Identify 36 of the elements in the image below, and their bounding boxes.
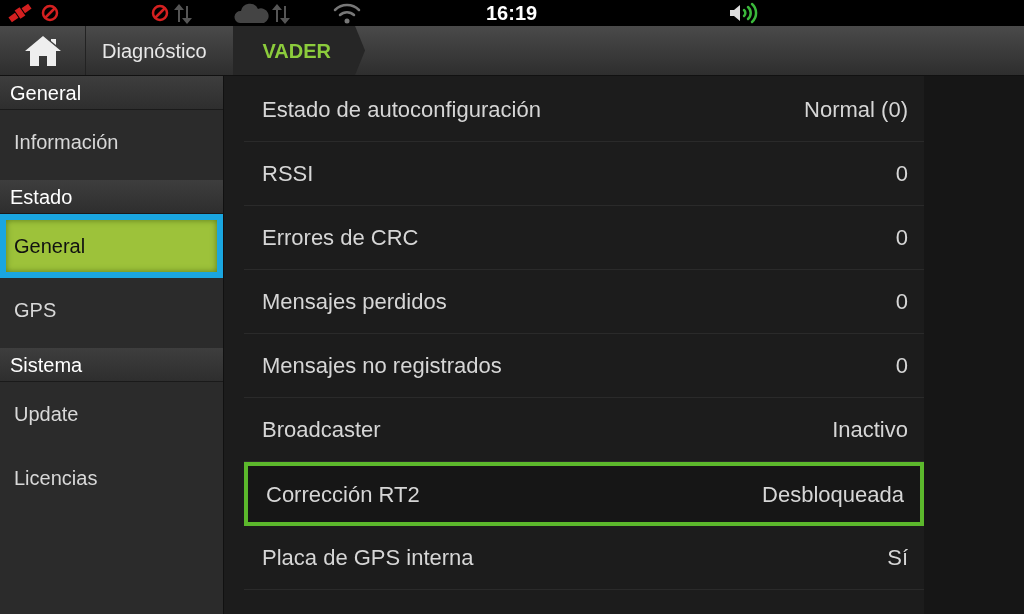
cloud-icon <box>234 3 270 23</box>
row-value: Inactivo <box>832 416 908 444</box>
sidebar-item[interactable]: Update <box>0 382 223 446</box>
row-label: Placa de GPS interna <box>262 544 474 572</box>
sidebar-item[interactable]: Licencias <box>0 446 223 510</box>
row-label: Errores de CRC <box>262 224 419 252</box>
breadcrumb-item[interactable]: Diagnóstico <box>86 26 233 75</box>
speaker-icon <box>728 2 758 24</box>
transfer-arrows-icon <box>174 2 192 24</box>
row-label: Estado de autoconfiguración <box>262 96 541 124</box>
row-label: RSSI <box>262 160 314 188</box>
no-connection-icon <box>150 3 170 23</box>
transfer-arrows-icon <box>272 2 290 24</box>
row-label: Broadcaster <box>262 416 381 444</box>
row-label: Mensajes no registrados <box>262 352 502 380</box>
section-header: General <box>0 76 223 110</box>
no-signal-icon <box>40 3 60 23</box>
row-value: Sí <box>887 544 908 572</box>
section-header: Estado <box>0 180 223 214</box>
sidebar-item[interactable]: Información <box>0 110 223 174</box>
satellite-icon <box>8 2 32 24</box>
row-value: 0 <box>895 160 908 188</box>
row-value: Normal (0) <box>804 96 908 124</box>
row-value: Desbloqueada <box>762 480 904 509</box>
clock-time: 16:19 <box>486 2 538 24</box>
row-label: Corrección RT2 <box>266 480 420 509</box>
wifi-icon <box>332 2 362 24</box>
sidebar-item[interactable]: GPS <box>0 278 223 342</box>
row-value: 0 <box>895 352 908 380</box>
row-value: 0 <box>895 288 908 316</box>
row-value: 0 <box>895 224 908 252</box>
section-header: Sistema <box>0 348 223 382</box>
breadcrumb-item[interactable]: VADER <box>232 26 366 75</box>
row-label: Mensajes perdidos <box>262 288 447 316</box>
home-icon <box>23 34 62 67</box>
sidebar-item[interactable]: General <box>0 214 223 278</box>
